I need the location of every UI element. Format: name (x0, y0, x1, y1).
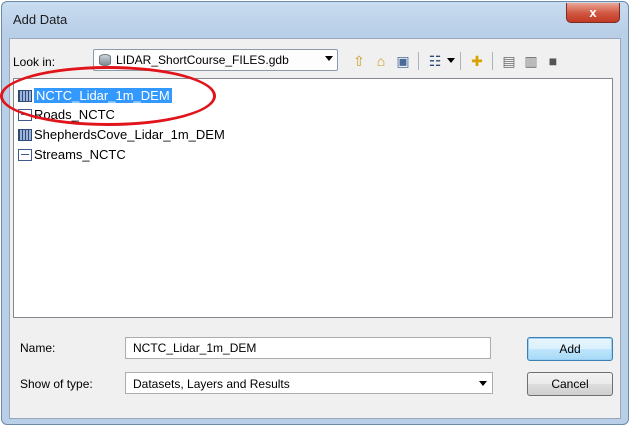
view-details-icon[interactable]: ▤ (500, 52, 518, 70)
name-label: Name: (20, 341, 56, 355)
toolbar-separator (460, 52, 461, 70)
list-item-label: ShepherdsCove_Lidar_1m_DEM (34, 127, 225, 142)
up-one-level-icon[interactable]: ⇧ (350, 52, 368, 70)
geodatabase-icon (99, 54, 111, 66)
lookin-label: Look in: (13, 55, 56, 69)
highlight-annotation-ellipse (0, 66, 216, 126)
list-item-label: Streams_NCTC (34, 147, 126, 162)
chevron-down-icon[interactable] (325, 56, 333, 61)
view-menu-arrow-icon[interactable] (447, 58, 455, 63)
toolbar-separator (418, 52, 419, 70)
line-feature-class-icon (18, 149, 32, 161)
toolbox-icon[interactable]: ■ (544, 52, 562, 70)
show-of-type-label: Show of type: (20, 377, 93, 391)
connect-folder-icon[interactable]: ▣ (394, 52, 412, 70)
chevron-down-icon[interactable] (479, 381, 487, 386)
show-of-type-value: Datasets, Layers and Results (133, 377, 290, 391)
name-input[interactable]: NCTC_Lidar_1m_DEM (125, 337, 491, 359)
cancel-button[interactable]: Cancel (527, 372, 613, 396)
home-icon[interactable]: ⌂ (372, 52, 390, 70)
add-button[interactable]: Add (527, 337, 613, 361)
close-button[interactable]: x (566, 3, 620, 23)
raster-dataset-icon (18, 129, 32, 141)
show-of-type-select[interactable]: Datasets, Layers and Results (125, 372, 493, 394)
view-list-icon[interactable]: ☷ (426, 52, 444, 70)
toolbar-separator (492, 52, 493, 70)
lookin-value: LIDAR_ShortCourse_FILES.gdb (116, 53, 289, 67)
dialog-title: Add Data (13, 12, 68, 27)
new-folder-icon[interactable]: ✚ (468, 52, 486, 70)
list-item[interactable]: ShepherdsCove_Lidar_1m_DEM (18, 127, 225, 143)
catalog-icon[interactable]: ▥ (522, 52, 540, 70)
list-item[interactable]: Streams_NCTC (18, 147, 126, 163)
